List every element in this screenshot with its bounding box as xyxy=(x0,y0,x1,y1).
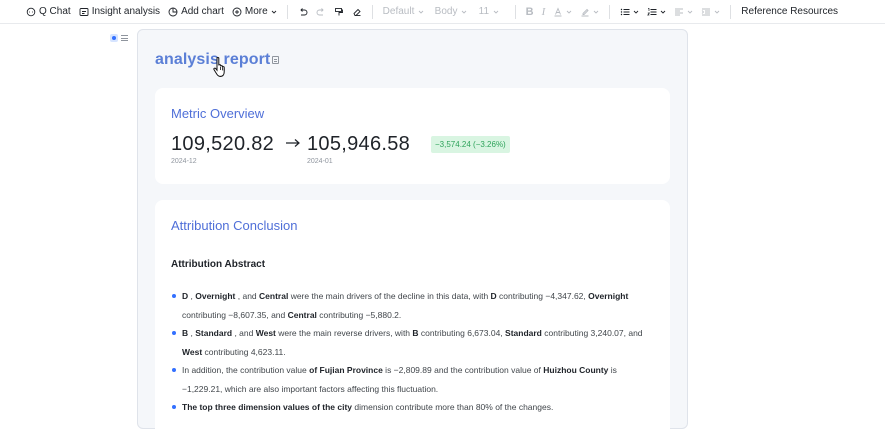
drag-handle-icon xyxy=(121,35,128,41)
undo-button[interactable] xyxy=(294,2,312,22)
bold-button[interactable]: B xyxy=(522,2,538,22)
redo-icon xyxy=(316,7,324,15)
toolbar: Q Chat Insight analysis Add chart More D… xyxy=(0,0,885,24)
chevron-down-icon xyxy=(687,10,693,14)
chevron-down-icon xyxy=(271,10,276,14)
reference-resources-button[interactable]: Reference Resources xyxy=(737,2,842,22)
metric-delta-badge: −3,574.24 (−3.26%) xyxy=(431,136,510,153)
chevron-down-icon xyxy=(714,10,720,14)
highlighter-icon xyxy=(581,8,589,16)
more-button[interactable]: More xyxy=(228,2,281,22)
block-type-icon xyxy=(110,34,118,42)
attribution-conclusion-panel: Attribution Conclusion Attribution Abstr… xyxy=(155,200,670,440)
chevron-down-icon xyxy=(660,10,666,14)
add-chart-label: Add chart xyxy=(181,6,224,17)
clear-format-button[interactable] xyxy=(348,2,366,22)
arrow-right-icon xyxy=(286,139,300,147)
indent-button[interactable] xyxy=(697,2,724,22)
undo-icon xyxy=(300,7,308,15)
insight-icon xyxy=(79,7,89,16)
list-item: B , Standard , and West were the main re… xyxy=(171,324,659,361)
metric-value-from: 109,520.82 xyxy=(171,133,275,155)
add-chart-button[interactable]: Add chart xyxy=(164,2,228,22)
font-size-select[interactable]: 11 xyxy=(475,6,509,17)
insight-analysis-label: Insight analysis xyxy=(91,6,161,17)
chevron-down-icon xyxy=(462,10,467,14)
toolbar-divider xyxy=(371,4,373,19)
numbered-list-button[interactable] xyxy=(643,2,670,22)
italic-button[interactable]: I xyxy=(538,2,550,22)
toolbar-divider xyxy=(286,4,288,19)
format-painter-icon xyxy=(334,7,343,15)
metric-overview-title: Metric Overview xyxy=(171,106,265,121)
toolbar-divider xyxy=(609,4,611,19)
chevron-down-icon xyxy=(593,10,599,14)
font-size-value: 11 xyxy=(478,6,490,17)
toolbar-divider xyxy=(730,4,732,19)
chevron-down-icon xyxy=(419,10,424,14)
metric-value-to: 105,946.58 xyxy=(307,133,411,155)
report-card: analysis report Metric Overview 109,520.… xyxy=(137,29,688,440)
list-item: D , Overnight , and Central were the mai… xyxy=(171,287,659,324)
chat-icon xyxy=(26,7,36,16)
q-chat-label: Q Chat xyxy=(39,6,71,17)
toolbar-divider xyxy=(514,4,516,19)
chevron-down-icon xyxy=(633,10,639,14)
reference-resources-label: Reference Resources xyxy=(741,6,839,17)
metric-date-to: 2024-01 xyxy=(307,158,333,165)
hand-cursor-icon xyxy=(213,57,225,77)
block-handle[interactable] xyxy=(110,33,132,43)
eraser-icon xyxy=(353,8,361,16)
metric-date-from: 2024-12 xyxy=(171,158,197,165)
attribution-abstract-title: Attribution Abstract xyxy=(171,259,266,270)
italic-icon: I xyxy=(541,5,546,18)
chevron-down-icon xyxy=(566,10,572,14)
more-label: More xyxy=(244,6,268,17)
list-item: In addition, the contribution value of F… xyxy=(171,361,659,398)
bullet-list-icon xyxy=(621,8,630,15)
insight-analysis-button[interactable]: Insight analysis xyxy=(75,2,164,22)
format-painter-button[interactable] xyxy=(330,2,348,22)
paragraph-style-value: Body xyxy=(434,6,458,17)
text-color-icon xyxy=(554,6,562,16)
indent-icon xyxy=(702,8,711,15)
plus-circle-icon xyxy=(232,7,242,16)
text-color-button[interactable] xyxy=(549,2,576,22)
highlight-button[interactable] xyxy=(576,2,603,22)
bold-icon: B xyxy=(525,5,534,18)
chart-pie-icon xyxy=(168,7,178,16)
chevron-down-icon xyxy=(493,10,499,14)
numbered-list-icon xyxy=(647,7,657,15)
redo-button[interactable] xyxy=(312,2,330,22)
align-left-icon xyxy=(675,8,684,15)
bullet-list-button[interactable] xyxy=(616,2,643,22)
document-icon[interactable] xyxy=(272,56,279,64)
attribution-conclusion-title: Attribution Conclusion xyxy=(171,218,298,233)
align-button[interactable] xyxy=(670,2,697,22)
q-chat-button[interactable]: Q Chat xyxy=(22,2,75,22)
attribution-bullet-list: D , Overnight , and Central were the mai… xyxy=(171,287,659,417)
font-family-select[interactable]: Default xyxy=(379,6,431,17)
paragraph-style-select[interactable]: Body xyxy=(431,6,475,17)
font-family-value: Default xyxy=(382,6,415,17)
metric-overview-panel: Metric Overview 109,520.82 105,946.58 20… xyxy=(155,88,670,184)
